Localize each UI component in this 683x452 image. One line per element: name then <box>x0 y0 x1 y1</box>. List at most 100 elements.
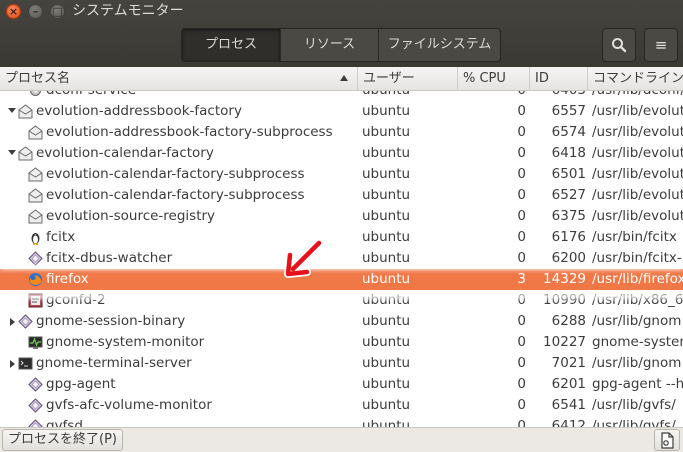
column-header-process-name[interactable]: プロセス名 <box>0 67 358 91</box>
diamond-process-icon <box>28 251 43 266</box>
process-list[interactable]: dconf-serviceubuntu06403/usr/lib/dconf/e… <box>0 91 683 427</box>
diamond-process-icon <box>28 377 43 392</box>
process-name: evolution-calendar-factory-subprocess <box>46 166 305 182</box>
process-id: 6403 <box>530 91 586 101</box>
process-id: 6418 <box>551 145 586 161</box>
process-cpu: 0 <box>517 145 526 161</box>
tab-processes[interactable]: プロセス <box>182 29 280 61</box>
envelope-icon <box>18 104 33 119</box>
process-user: ubuntu <box>362 166 411 182</box>
process-id: 6288 <box>551 313 586 329</box>
process-id: 7021 <box>551 355 586 371</box>
process-name: gvfsd <box>46 418 83 427</box>
table-row[interactable]: dconf-service ubuntu0 6403/usr/lib/dconf/ <box>0 91 683 101</box>
window-minimize-button[interactable]: – <box>28 4 43 19</box>
process-name: evolution-calendar-factory <box>36 145 214 161</box>
column-header-command-line[interactable]: コマンドライン <box>588 67 683 91</box>
close-icon: × <box>8 5 19 18</box>
expander-closed-icon[interactable] <box>10 318 15 326</box>
process-name: evolution-addressbook-factory-subprocess <box>46 124 333 140</box>
process-user: ubuntu <box>362 376 411 392</box>
process-cpu: 0 <box>458 91 526 101</box>
process-id: 6501 <box>551 166 586 182</box>
table-row-selected[interactable]: firefox ubuntu 3 14329/usr/lib/firefox <box>0 269 683 290</box>
column-header-row: プロセス名 ユーザー % CPU ID コマンドライン <box>0 67 683 91</box>
gear-process-icon <box>28 91 43 98</box>
process-id: 6574 <box>551 124 586 140</box>
diamond-process-icon <box>18 314 33 329</box>
table-row[interactable]: evolution-source-registry ubuntu 0 6375/usr… <box>0 206 683 227</box>
column-header-id-label: ID <box>535 71 549 86</box>
action-bar: プロセスを終了(P) <box>0 427 683 452</box>
minimize-icon: – <box>32 5 39 18</box>
process-cpu: 0 <box>517 124 526 140</box>
process-cpu: 0 <box>517 208 526 224</box>
hamburger-menu-icon: ≡ <box>654 36 668 54</box>
table-row[interactable]: evolution-calendar-factory-subprocess ubu… <box>0 164 683 185</box>
process-command-line: /usr/lib/evolution <box>592 145 683 161</box>
highlight-glow-bottom <box>0 294 683 299</box>
diamond-process-icon <box>28 398 43 413</box>
diamond-process-icon <box>28 419 43 427</box>
table-row[interactable]: fcitx ubuntu 0 6176/usr/bin/fcitx <box>0 227 683 248</box>
header-bar: × – □ システムモニター プロセス リソース ファイルシステム ≡ <box>0 0 683 67</box>
process-command-line: /usr/lib/firefox <box>592 271 683 287</box>
table-row[interactable]: evolution-calendar-factory ubuntu 0 6418/us… <box>0 143 683 164</box>
process-command-line: /usr/lib/gvfs/ <box>592 418 676 427</box>
process-name: evolution-calendar-factory-subprocess <box>46 187 305 203</box>
menu-button[interactable]: ≡ <box>644 28 678 62</box>
view-switcher: プロセス リソース ファイルシステム <box>181 28 501 62</box>
expander-closed-icon[interactable] <box>10 360 15 368</box>
table-row[interactable]: gnome-terminal-server ubuntu 0 7021/usr/lib… <box>0 353 683 374</box>
process-cpu: 0 <box>517 229 526 245</box>
process-command-line: /usr/bin/fcitx <box>592 229 677 245</box>
column-header-id[interactable]: ID <box>530 67 588 91</box>
envelope-icon <box>18 146 33 161</box>
tab-resources[interactable]: リソース <box>280 29 378 61</box>
table-row[interactable]: gvfsd ubuntu 0 6412/usr/lib/gvfs/ <box>0 416 683 427</box>
process-user: ubuntu <box>362 355 411 371</box>
process-name: gvfs-afc-volume-monitor <box>46 397 212 413</box>
process-id: 6201 <box>551 376 586 392</box>
column-header-cpu[interactable]: % CPU <box>458 67 530 91</box>
table-row[interactable]: evolution-calendar-factory-subprocess ubu… <box>0 185 683 206</box>
process-command-line: /usr/lib/evolution <box>592 166 683 182</box>
end-process-button[interactable]: プロセスを終了(P) <box>2 429 123 451</box>
firefox-icon <box>28 272 43 287</box>
expander-open-icon[interactable] <box>8 150 16 155</box>
table-row[interactable]: gnome-system-monitor ubuntu 0 10227 gnome-sy… <box>0 332 683 353</box>
expander-open-icon[interactable] <box>8 108 16 113</box>
window-close-button[interactable]: × <box>6 4 21 19</box>
envelope-icon <box>28 188 43 203</box>
column-header-user[interactable]: ユーザー <box>358 67 458 91</box>
process-properties-button[interactable] <box>654 429 680 451</box>
process-cpu: 0 <box>517 334 526 350</box>
process-rows: dconf-serviceubuntu06403/usr/lib/dconf/e… <box>0 91 683 427</box>
tab-filesystems[interactable]: ファイルシステム <box>378 29 500 61</box>
process-cpu: 3 <box>517 271 526 287</box>
process-user: ubuntu <box>362 145 411 161</box>
process-cpu: 0 <box>517 187 526 203</box>
table-row[interactable]: evolution-addressbook-factory ubuntu 0 6557… <box>0 101 683 122</box>
window-maximize-button[interactable]: □ <box>50 4 65 19</box>
table-row[interactable]: gpg-agent ubuntu 0 6201 gpg-agent --h <box>0 374 683 395</box>
table-row[interactable]: gvfs-afc-volume-monitor ubuntu 0 6541/usr/l… <box>0 395 683 416</box>
process-command-line: /usr/lib/evolution <box>592 208 683 224</box>
column-header-command-line-label: コマンドライン <box>593 71 683 86</box>
process-id: 6375 <box>551 208 586 224</box>
process-user: ubuntu <box>362 103 411 119</box>
process-name: evolution-addressbook-factory <box>36 103 242 119</box>
penguin-icon <box>28 230 43 245</box>
process-user: ubuntu <box>362 187 411 203</box>
search-icon <box>612 38 627 53</box>
table-row[interactable]: evolution-addressbook-factory-subprocess… <box>0 122 683 143</box>
terminal-icon <box>18 356 33 371</box>
process-command-line: gpg-agent --h <box>592 376 683 392</box>
process-command-line: /usr/lib/evolution <box>592 187 683 203</box>
sort-ascending-icon <box>340 75 348 81</box>
table-row[interactable]: gnome-session-binary ubuntu 0 6288/usr/lib/… <box>0 311 683 332</box>
process-user: ubuntu <box>362 334 411 350</box>
process-user: ubuntu <box>362 418 411 427</box>
process-id: 6557 <box>551 103 586 119</box>
search-button[interactable] <box>602 28 636 62</box>
